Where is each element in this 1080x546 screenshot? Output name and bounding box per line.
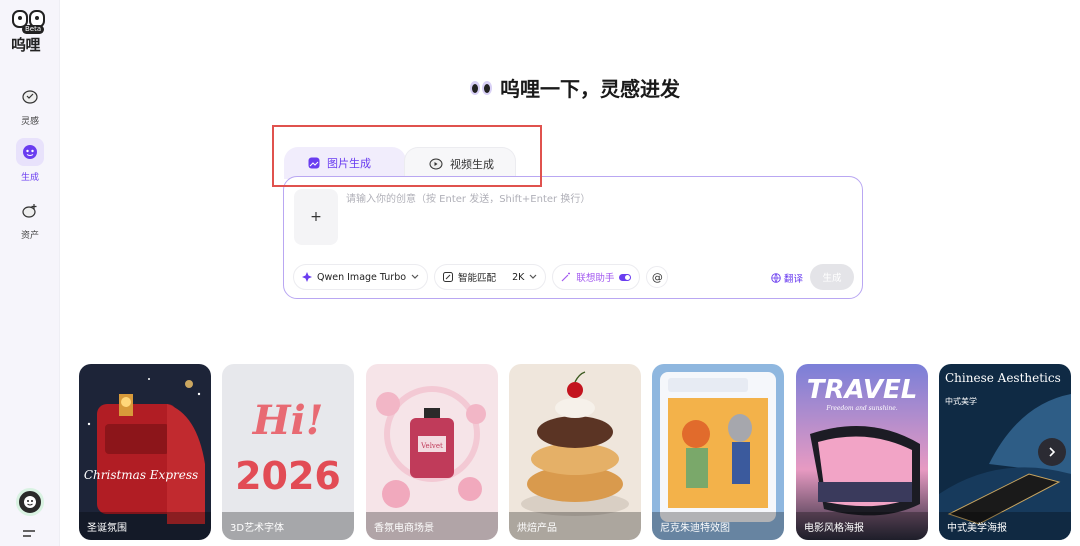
sidebar-item-label: 灵感 <box>20 117 39 127</box>
menu-icon[interactable] <box>23 530 35 538</box>
model-icon <box>302 272 312 282</box>
sidebar-item-assets[interactable]: 资产 <box>0 196 60 241</box>
beta-badge: Beta <box>22 25 45 34</box>
translate-label: 翻译 <box>784 274 804 285</box>
add-reference-button[interactable]: + <box>294 189 338 245</box>
app-logo[interactable]: Beta 呜哩 <box>10 8 50 54</box>
aspect-ratio-icon <box>443 272 454 282</box>
assistant-label: 联想助手 <box>576 273 615 284</box>
brand-name: 呜哩 <box>11 36 41 54</box>
card-3d-font[interactable]: Hi! 2026 3D艺术字体 <box>222 364 354 540</box>
tab-video-generation[interactable]: 视频生成 <box>404 147 516 179</box>
prompt-panel: + Qwen Image Turbo 智能匹配 2K 联想助手 @ 翻译 生成 <box>283 176 863 299</box>
card-baking[interactable]: 烘焙产品 <box>509 364 641 540</box>
globe-icon <box>771 273 781 283</box>
card-label: 中式美学海报 <box>939 512 1071 540</box>
sidebar-item-label: 生成 <box>20 173 39 183</box>
prompt-input[interactable] <box>346 189 846 209</box>
assistant-toggle[interactable]: 联想助手 <box>552 264 641 290</box>
card-perfume[interactable]: Velvet 香氛电商场景 <box>366 364 498 540</box>
page-title-row: 呜哩一下，灵感进发 <box>0 73 1080 102</box>
image-icon <box>308 157 320 169</box>
tab-label: 图片生成 <box>327 157 371 170</box>
card-art-text: TRAVEL <box>807 375 918 405</box>
prompt-toolbar: Qwen Image Turbo 智能匹配 2K 联想助手 @ <box>293 264 669 290</box>
chevron-down-icon <box>411 274 419 279</box>
generate-icon <box>16 138 44 166</box>
card-travel-poster[interactable]: TRAVEL Freedom and sunshine. 电影风格海报 <box>796 364 928 540</box>
carousel-next-button[interactable] <box>1038 438 1066 466</box>
assets-icon <box>16 196 44 224</box>
sidebar-item-label: 资产 <box>20 231 39 241</box>
card-art-text: 中式美学 <box>945 396 977 406</box>
tab-image-generation[interactable]: 图片生成 <box>284 147 406 179</box>
card-art-text: Freedom and sunshine. <box>825 405 897 412</box>
chevron-down-icon <box>529 274 537 279</box>
page-title: 呜哩一下，灵感进发 <box>500 77 680 101</box>
assistant-switch[interactable] <box>619 273 632 281</box>
mention-button[interactable]: @ <box>646 266 669 288</box>
card-art-text: Hi! <box>252 397 324 444</box>
sidebar-item-generate[interactable]: 生成 <box>0 138 60 183</box>
card-label: 香氛电商场景 <box>366 512 498 540</box>
ratio-resolution-selector[interactable]: 智能匹配 2K <box>434 264 547 290</box>
card-christmas[interactable]: Christmas Express 圣诞氛围 <box>79 364 211 540</box>
eyes-icon <box>470 80 492 95</box>
translate-button[interactable]: 翻译 <box>771 271 803 285</box>
card-art-text: Velvet <box>420 442 443 450</box>
card-label: 3D艺术字体 <box>222 512 354 540</box>
model-label: Qwen Image Turbo <box>317 271 407 283</box>
video-icon <box>429 158 443 169</box>
card-label: 圣诞氛围 <box>79 512 211 540</box>
avatar[interactable] <box>16 488 44 516</box>
avatar-face-icon <box>24 496 36 508</box>
magic-wand-icon <box>561 272 571 282</box>
card-art-text: 2026 <box>235 454 341 498</box>
generate-button[interactable]: 生成 <box>810 264 854 290</box>
card-art-text: Chinese Aesthetics <box>945 371 1061 385</box>
card-label: 尼克朱迪特效图 <box>652 512 784 540</box>
model-selector[interactable]: Qwen Image Turbo <box>293 264 429 290</box>
card-zootopia[interactable]: 尼克朱迪特效图 <box>652 364 784 540</box>
ratio-label: 智能匹配 <box>458 273 497 284</box>
card-label: 烘焙产品 <box>509 512 641 540</box>
resolution-label: 2K <box>512 271 525 283</box>
card-art-text: Christmas Express <box>84 468 198 482</box>
chevron-right-icon <box>1049 447 1056 457</box>
card-label: 电影风格海报 <box>796 512 928 540</box>
tab-label: 视频生成 <box>450 157 494 171</box>
